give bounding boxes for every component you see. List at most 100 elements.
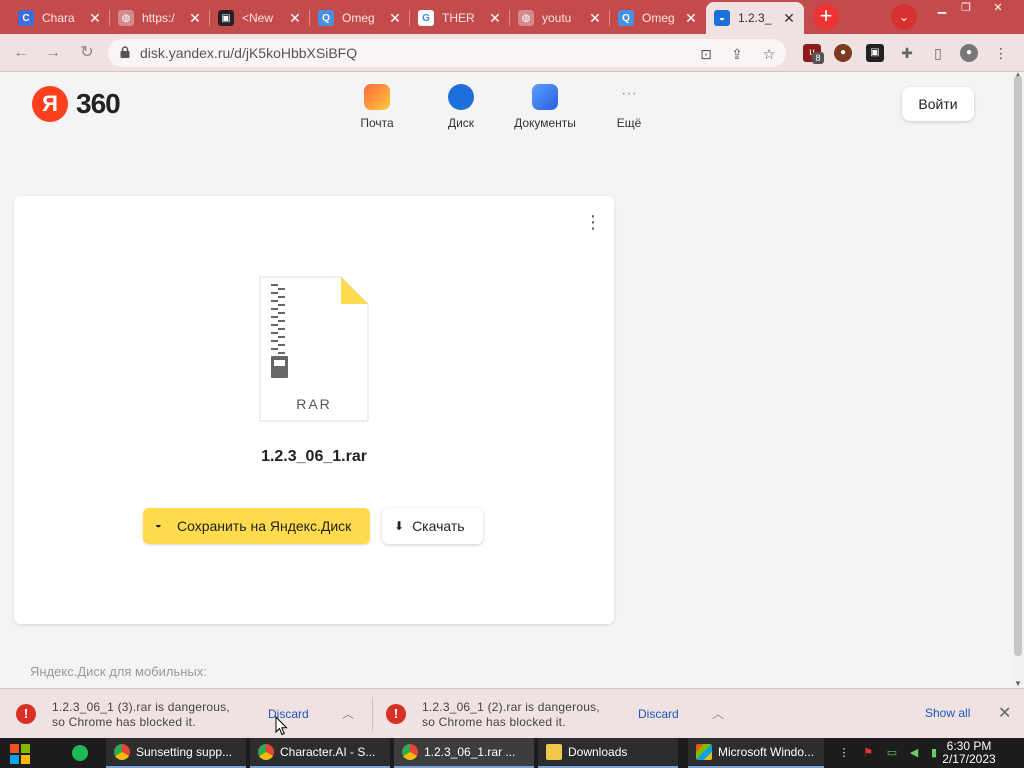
tabnine-extension-icon[interactable]: ▣ bbox=[866, 44, 884, 62]
side-panel-icon[interactable]: ▯ bbox=[929, 44, 947, 62]
clock[interactable]: 6:30 PM 2/17/2023 bbox=[938, 740, 1000, 766]
taskbar-app-label: Downloads bbox=[568, 745, 628, 759]
spotify-icon[interactable] bbox=[72, 745, 88, 761]
omegle-icon: Q bbox=[318, 10, 334, 26]
tab-title: Chara bbox=[42, 11, 75, 25]
service-label: Почта bbox=[360, 116, 394, 130]
more-options-icon[interactable]: ⋮ bbox=[584, 212, 602, 232]
tab-5[interactable]: ◍ youtu ✕ bbox=[510, 2, 610, 34]
close-icon[interactable]: ✕ bbox=[88, 10, 102, 27]
translate-icon[interactable]: ⊡ bbox=[697, 45, 715, 63]
forward-button[interactable]: → bbox=[42, 42, 64, 64]
download-item[interactable]: ! 1.2.3_06_1 (2).rar is dangerous, so Ch… bbox=[370, 689, 743, 739]
more-icon: ··· bbox=[621, 85, 637, 102]
new-tab-button[interactable]: + bbox=[813, 4, 839, 30]
windows-start-icon[interactable] bbox=[10, 744, 30, 764]
profile-extension-icon[interactable]: ● bbox=[834, 44, 852, 62]
restore-button[interactable]: ❐ bbox=[952, 0, 980, 16]
download-bar: ! 1.2.3_06_1 (3).rar is dangerous, so Ch… bbox=[0, 688, 1024, 738]
character-ai-icon: C bbox=[18, 10, 34, 26]
warning-line-1: 1.2.3_06_1 (3).rar is dangerous, bbox=[52, 700, 230, 714]
scrollbar-thumb[interactable] bbox=[1014, 76, 1022, 656]
download-warning-text: 1.2.3_06_1 (3).rar is dangerous, so Chro… bbox=[52, 700, 262, 730]
close-download-bar-icon[interactable]: ✕ bbox=[998, 703, 1011, 723]
close-icon[interactable]: ✕ bbox=[188, 10, 202, 27]
service-mail[interactable]: Почта bbox=[332, 84, 422, 130]
google-icon: G bbox=[418, 10, 434, 26]
menu-dots-icon[interactable]: ⋮ bbox=[992, 44, 1010, 62]
share-icon[interactable]: ⇪ bbox=[728, 45, 746, 63]
save-to-disk-button[interactable]: ◒ Сохранить на Яндекс.Диск bbox=[143, 508, 370, 544]
tab-4[interactable]: G THER ✕ bbox=[410, 2, 510, 34]
yandex-360-wordmark: 360 bbox=[76, 88, 121, 119]
file-card: ⋮ RAR 1.2.3_06_1.rar ◒ Сохранить на Янде bbox=[14, 196, 614, 624]
back-button[interactable]: ← bbox=[10, 42, 32, 64]
close-window-button[interactable]: ✕ bbox=[984, 0, 1012, 16]
chrome-icon bbox=[258, 744, 274, 760]
service-more[interactable]: ··· Ещё bbox=[584, 84, 674, 130]
tabnine-icon: ▣ bbox=[218, 10, 234, 26]
tab-active[interactable]: ◒ 1.2.3_ ✕ bbox=[706, 2, 804, 34]
tab-title: 1.2.3_ bbox=[738, 11, 772, 25]
tab-title: Omeg bbox=[642, 11, 675, 25]
tab-title: Omeg bbox=[342, 11, 375, 25]
close-icon[interactable]: ✕ bbox=[684, 10, 698, 27]
tab-3[interactable]: Q Omeg ✕ bbox=[310, 2, 410, 34]
taskbar-app-label: 1.2.3_06_1.rar ... bbox=[424, 745, 516, 759]
windows-taskbar: Sunsetting supp... Character.AI - S... 1… bbox=[0, 738, 1024, 768]
tray-overflow-icon[interactable]: ⋮ bbox=[836, 746, 852, 760]
globe-icon: ◍ bbox=[518, 10, 534, 26]
warning-line-2: so Chrome has blocked it. bbox=[422, 715, 566, 729]
tab-2[interactable]: ▣ <New ✕ bbox=[210, 2, 310, 34]
lock-icon bbox=[120, 46, 130, 58]
puzzle-icon[interactable]: ✚ bbox=[898, 44, 916, 62]
yandex-360-logo[interactable]: Я 360 bbox=[32, 86, 121, 122]
service-documents[interactable]: Документы bbox=[500, 84, 590, 130]
volume-icon[interactable]: ◀ bbox=[906, 746, 922, 760]
taskbar-app-chrome[interactable]: Sunsetting supp... bbox=[106, 738, 246, 768]
reload-button[interactable]: ↻ bbox=[76, 42, 98, 64]
close-icon[interactable]: ✕ bbox=[588, 10, 602, 27]
tab-1[interactable]: ◍ https:/ ✕ bbox=[110, 2, 210, 34]
scroll-down-arrow[interactable]: ▼ bbox=[1012, 679, 1024, 688]
close-icon[interactable]: ✕ bbox=[782, 10, 796, 27]
tab-title: https:/ bbox=[142, 11, 175, 25]
tab-title: <New bbox=[242, 11, 274, 25]
network-icon[interactable]: ▭ bbox=[884, 746, 900, 760]
chevron-up-icon[interactable]: ︿ bbox=[712, 705, 724, 722]
download-item[interactable]: ! 1.2.3_06_1 (3).rar is dangerous, so Ch… bbox=[0, 689, 373, 739]
download-button[interactable]: ⬇ Скачать bbox=[382, 508, 483, 544]
tab-search-button[interactable]: ⌄ bbox=[891, 4, 917, 30]
close-icon[interactable]: ✕ bbox=[488, 10, 502, 27]
tab-6[interactable]: Q Omeg ✕ bbox=[610, 2, 706, 34]
profile-avatar-icon[interactable]: ● bbox=[960, 44, 978, 62]
disk-icon bbox=[448, 84, 474, 110]
service-label: Ещё bbox=[616, 116, 642, 130]
page-scrollbar[interactable]: ▲ ▼ bbox=[1012, 70, 1024, 688]
folder-icon bbox=[546, 744, 562, 760]
taskbar-app-windows[interactable]: Microsoft Windo... bbox=[688, 738, 824, 768]
mobile-apps-text: Яндекс.Диск для мобильных: bbox=[30, 664, 207, 679]
tab-0[interactable]: C Chara ✕ bbox=[10, 2, 110, 34]
close-icon[interactable]: ✕ bbox=[388, 10, 402, 27]
show-all-button[interactable]: Show all bbox=[925, 706, 970, 720]
close-icon[interactable]: ✕ bbox=[288, 10, 302, 27]
file-type-label: RAR bbox=[296, 396, 332, 412]
taskbar-app-chrome-active[interactable]: 1.2.3_06_1.rar ... bbox=[394, 738, 534, 768]
taskbar-app-chrome[interactable]: Character.AI - S... bbox=[250, 738, 390, 768]
browser-toolbar: ← → ↻ disk.yandex.ru/d/jK5koHbbXSiBFQ ⊡ … bbox=[0, 34, 1024, 72]
documents-icon bbox=[532, 84, 558, 110]
bookmark-star-icon[interactable]: ☆ bbox=[760, 45, 778, 63]
address-bar[interactable]: disk.yandex.ru/d/jK5koHbbXSiBFQ ⊡ ⇪ ☆ bbox=[108, 39, 786, 67]
file-name: 1.2.3_06_1.rar bbox=[261, 448, 367, 465]
taskbar-app-explorer[interactable]: Downloads bbox=[538, 738, 678, 768]
flag-icon[interactable]: ⚑ bbox=[860, 746, 876, 760]
mouse-cursor-icon bbox=[275, 716, 288, 736]
service-disk[interactable]: Диск bbox=[416, 84, 506, 130]
login-button[interactable]: Войти bbox=[902, 87, 974, 121]
yandex-logo-mark: Я bbox=[32, 86, 68, 122]
discard-button[interactable]: Discard bbox=[638, 707, 679, 721]
chevron-up-icon[interactable]: ︿ bbox=[342, 705, 354, 722]
globe-icon: ◍ bbox=[118, 10, 134, 26]
download-warning-text: 1.2.3_06_1 (2).rar is dangerous, so Chro… bbox=[422, 700, 632, 730]
